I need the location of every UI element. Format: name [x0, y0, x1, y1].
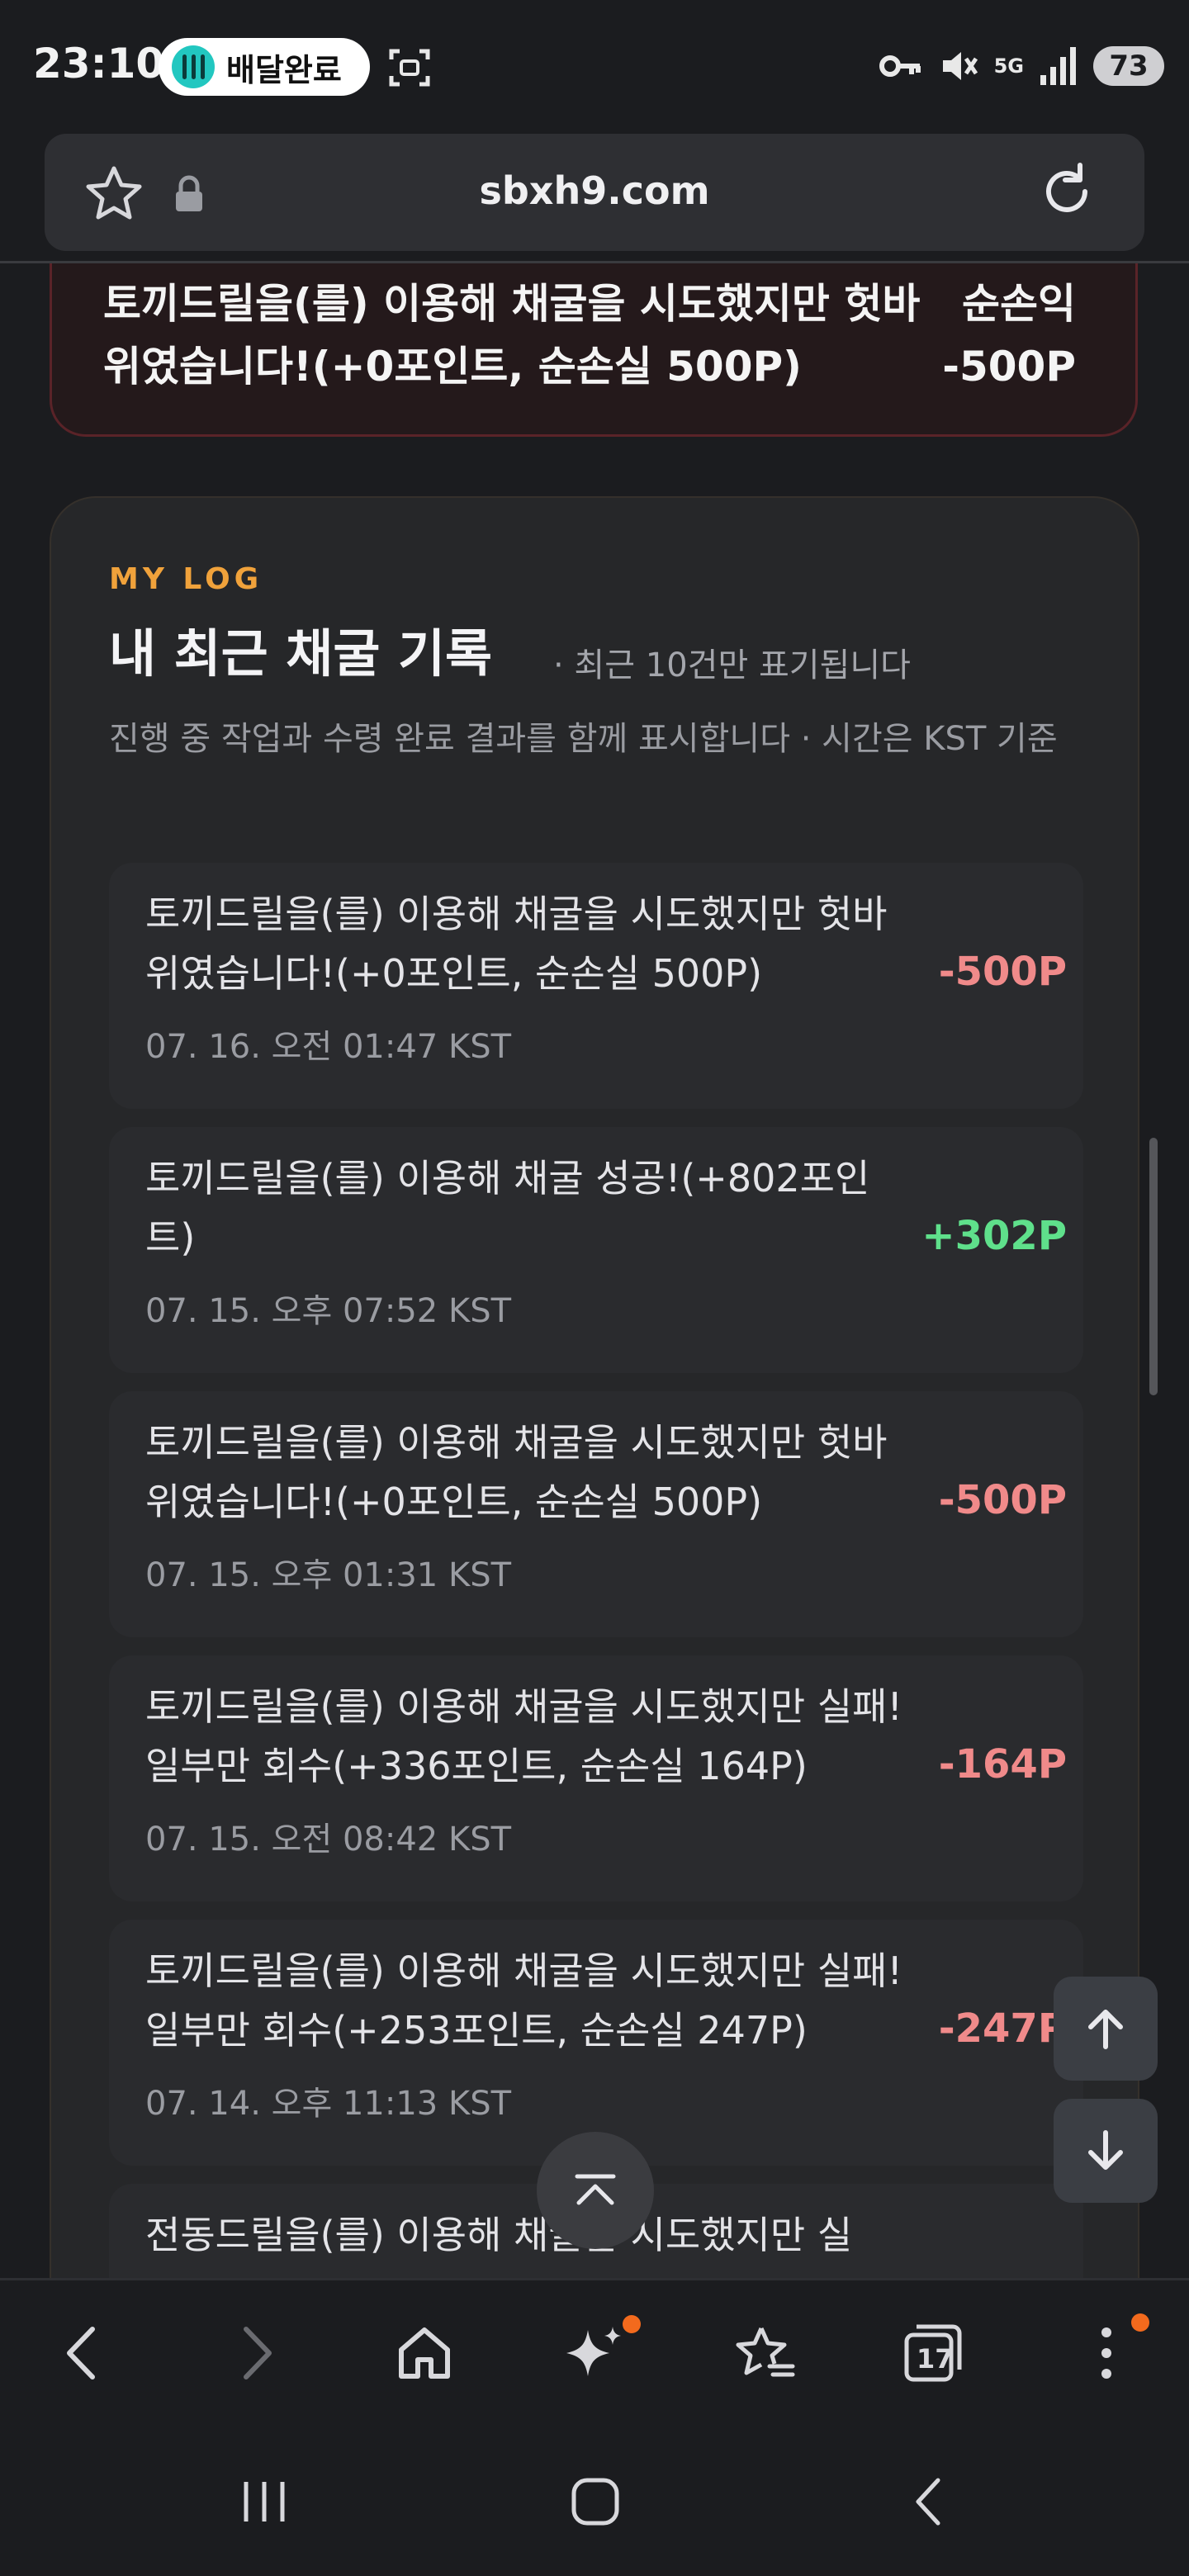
bookmarks-button[interactable] — [723, 2312, 806, 2394]
system-home-button[interactable] — [550, 2456, 641, 2547]
page-scrollbar[interactable] — [1149, 1138, 1158, 1395]
section-note: · 최근 10건만 표기됩니다 — [553, 646, 911, 684]
back-button[interactable] — [41, 2312, 124, 2394]
url-text[interactable]: sbxh9.com — [45, 168, 1144, 213]
tab-count: 17 — [917, 2343, 954, 2375]
tabs-button[interactable]: 17 — [892, 2312, 974, 2394]
log-item-amount: -500P — [938, 949, 1067, 995]
system-nav-bar — [0, 2427, 1189, 2576]
log-item-time: 07. 15. 오전 08:42 KST — [145, 1821, 512, 1859]
url-bar[interactable]: sbxh9.com — [45, 134, 1144, 251]
status-bar: 23:10 배달완료 5G 73 — [0, 0, 1189, 132]
bookmarks-star-icon — [736, 2327, 795, 2377]
scroll-down-button[interactable] — [1054, 2099, 1158, 2203]
chevron-right-icon — [244, 2327, 272, 2379]
ai-notification-dot — [623, 2315, 641, 2333]
recent-apps-button[interactable] — [219, 2456, 310, 2547]
key-icon — [879, 55, 921, 77]
home-icon — [399, 2327, 450, 2379]
log-item-amount: -164P — [938, 1741, 1067, 1788]
arrow-down-icon — [1088, 2130, 1123, 2170]
net-profit-label: 순손익 — [962, 280, 1076, 328]
log-item-time: 07. 16. 오전 01:47 KST — [145, 1028, 512, 1066]
network-5g-icon: 5G — [993, 54, 1024, 78]
latest-result-card: 토끼드릴을(를) 이용해 채굴을 시도했지만 헛바위였습니다!(+0포인트, 순… — [50, 263, 1138, 437]
section-title: 내 최근 채굴 기록 — [109, 623, 493, 684]
log-item-text: 토끼드릴을(를) 이용해 채굴을 시도했지만 헛바위였습니다!(+0포인트, 순… — [145, 1420, 888, 1524]
log-item-text: 토끼드릴을(를) 이용해 채굴 성공!(+802포인트) — [145, 1156, 870, 1260]
log-item: 토끼드릴을(를) 이용해 채굴 성공!(+802포인트) 07. 15. 오후 … — [109, 1127, 1083, 1373]
page-content[interactable]: 토끼드릴을(를) 이용해 채굴을 시도했지만 헛바위였습니다!(+0포인트, 순… — [0, 263, 1189, 2278]
more-vertical-icon — [1101, 2327, 1111, 2379]
arrow-up-icon — [1088, 2010, 1123, 2049]
delivery-app-icon — [172, 45, 215, 88]
latest-result-text: 토끼드릴을(를) 이용해 채굴을 시도했지만 헛바위였습니다!(+0포인트, 순… — [103, 280, 921, 391]
reload-icon[interactable] — [1034, 159, 1100, 225]
mining-log-list: 토끼드릴을(를) 이용해 채굴을 시도했지만 헛바위였습니다!(+0포인트, 순… — [109, 863, 1083, 2278]
status-time: 23:10 — [33, 40, 165, 88]
my-log-card: MY LOG 내 최근 채굴 기록 · 최근 10건만 표기됩니다 진행 중 작… — [50, 496, 1139, 2278]
log-item-text: 토끼드릴을(를) 이용해 채굴을 시도했지만 실패! 일부만 회수(+253포인… — [145, 1949, 902, 2053]
log-item-text: 전동드릴을(를) 이용해 채굴을 시도했지만 실 — [145, 2213, 853, 2257]
section-description: 진행 중 작업과 수령 완료 결과를 함께 표시합니다 · 시간은 KST 기준 — [109, 720, 1058, 758]
system-back-icon — [916, 2478, 940, 2526]
chevron-left-icon — [67, 2327, 95, 2379]
log-item-text: 토끼드릴을(를) 이용해 채굴을 시도했지만 실패! 일부만 회수(+336포인… — [145, 1684, 902, 1788]
notification-text: 배달완료 — [226, 51, 342, 88]
home-button[interactable] — [383, 2312, 466, 2394]
forward-button[interactable] — [215, 2312, 297, 2394]
screenshot-icon — [389, 49, 430, 87]
battery-indicator: 73 — [1093, 46, 1164, 86]
log-item: 토끼드릴을(를) 이용해 채굴을 시도했지만 헛바위였습니다!(+0포인트, 순… — [109, 863, 1083, 1109]
log-item-time: 07. 14. 오후 11:13 KST — [145, 2085, 512, 2123]
log-item-text: 토끼드릴을(를) 이용해 채굴을 시도했지만 헛바위였습니다!(+0포인트, 순… — [145, 892, 888, 996]
log-item: 토끼드릴을(를) 이용해 채굴을 시도했지만 실패! 일부만 회수(+253포인… — [109, 1920, 1083, 2166]
mute-icon — [942, 52, 978, 80]
log-item: 토끼드릴을(를) 이용해 채굴을 시도했지만 실패! 일부만 회수(+336포인… — [109, 1655, 1083, 1901]
menu-notification-dot — [1131, 2313, 1149, 2332]
log-item-amount: -247P — [938, 2005, 1067, 2052]
status-icons: 5G 73 — [879, 40, 1164, 92]
log-item-time: 07. 15. 오후 07:52 KST — [145, 1292, 512, 1330]
section-eyebrow: MY LOG — [109, 562, 263, 596]
net-profit-amount: -500P — [942, 343, 1076, 391]
sparkle-icon — [566, 2327, 621, 2376]
scroll-up-button[interactable] — [1054, 1977, 1158, 2081]
delivery-notification-pill[interactable]: 배달완료 — [159, 38, 370, 96]
system-back-button[interactable] — [883, 2456, 974, 2547]
chevron-up-icon — [575, 2174, 616, 2205]
home-square-icon — [571, 2478, 619, 2526]
latest-result-summary: 순손익 -500P — [942, 272, 1076, 398]
log-item-time: 07. 15. 오후 01:31 KST — [145, 1556, 512, 1594]
log-item-amount: +302P — [921, 1213, 1067, 1259]
log-item-amount: -500P — [938, 1477, 1067, 1523]
scroll-to-top-button[interactable] — [537, 2132, 654, 2249]
recent-apps-icon — [244, 2482, 285, 2522]
browser-bottom-nav: 17 — [0, 2278, 1189, 2427]
log-item: 토끼드릴을(를) 이용해 채굴을 시도했지만 헛바위였습니다!(+0포인트, 순… — [109, 1391, 1083, 1637]
signal-icon — [1040, 47, 1076, 85]
